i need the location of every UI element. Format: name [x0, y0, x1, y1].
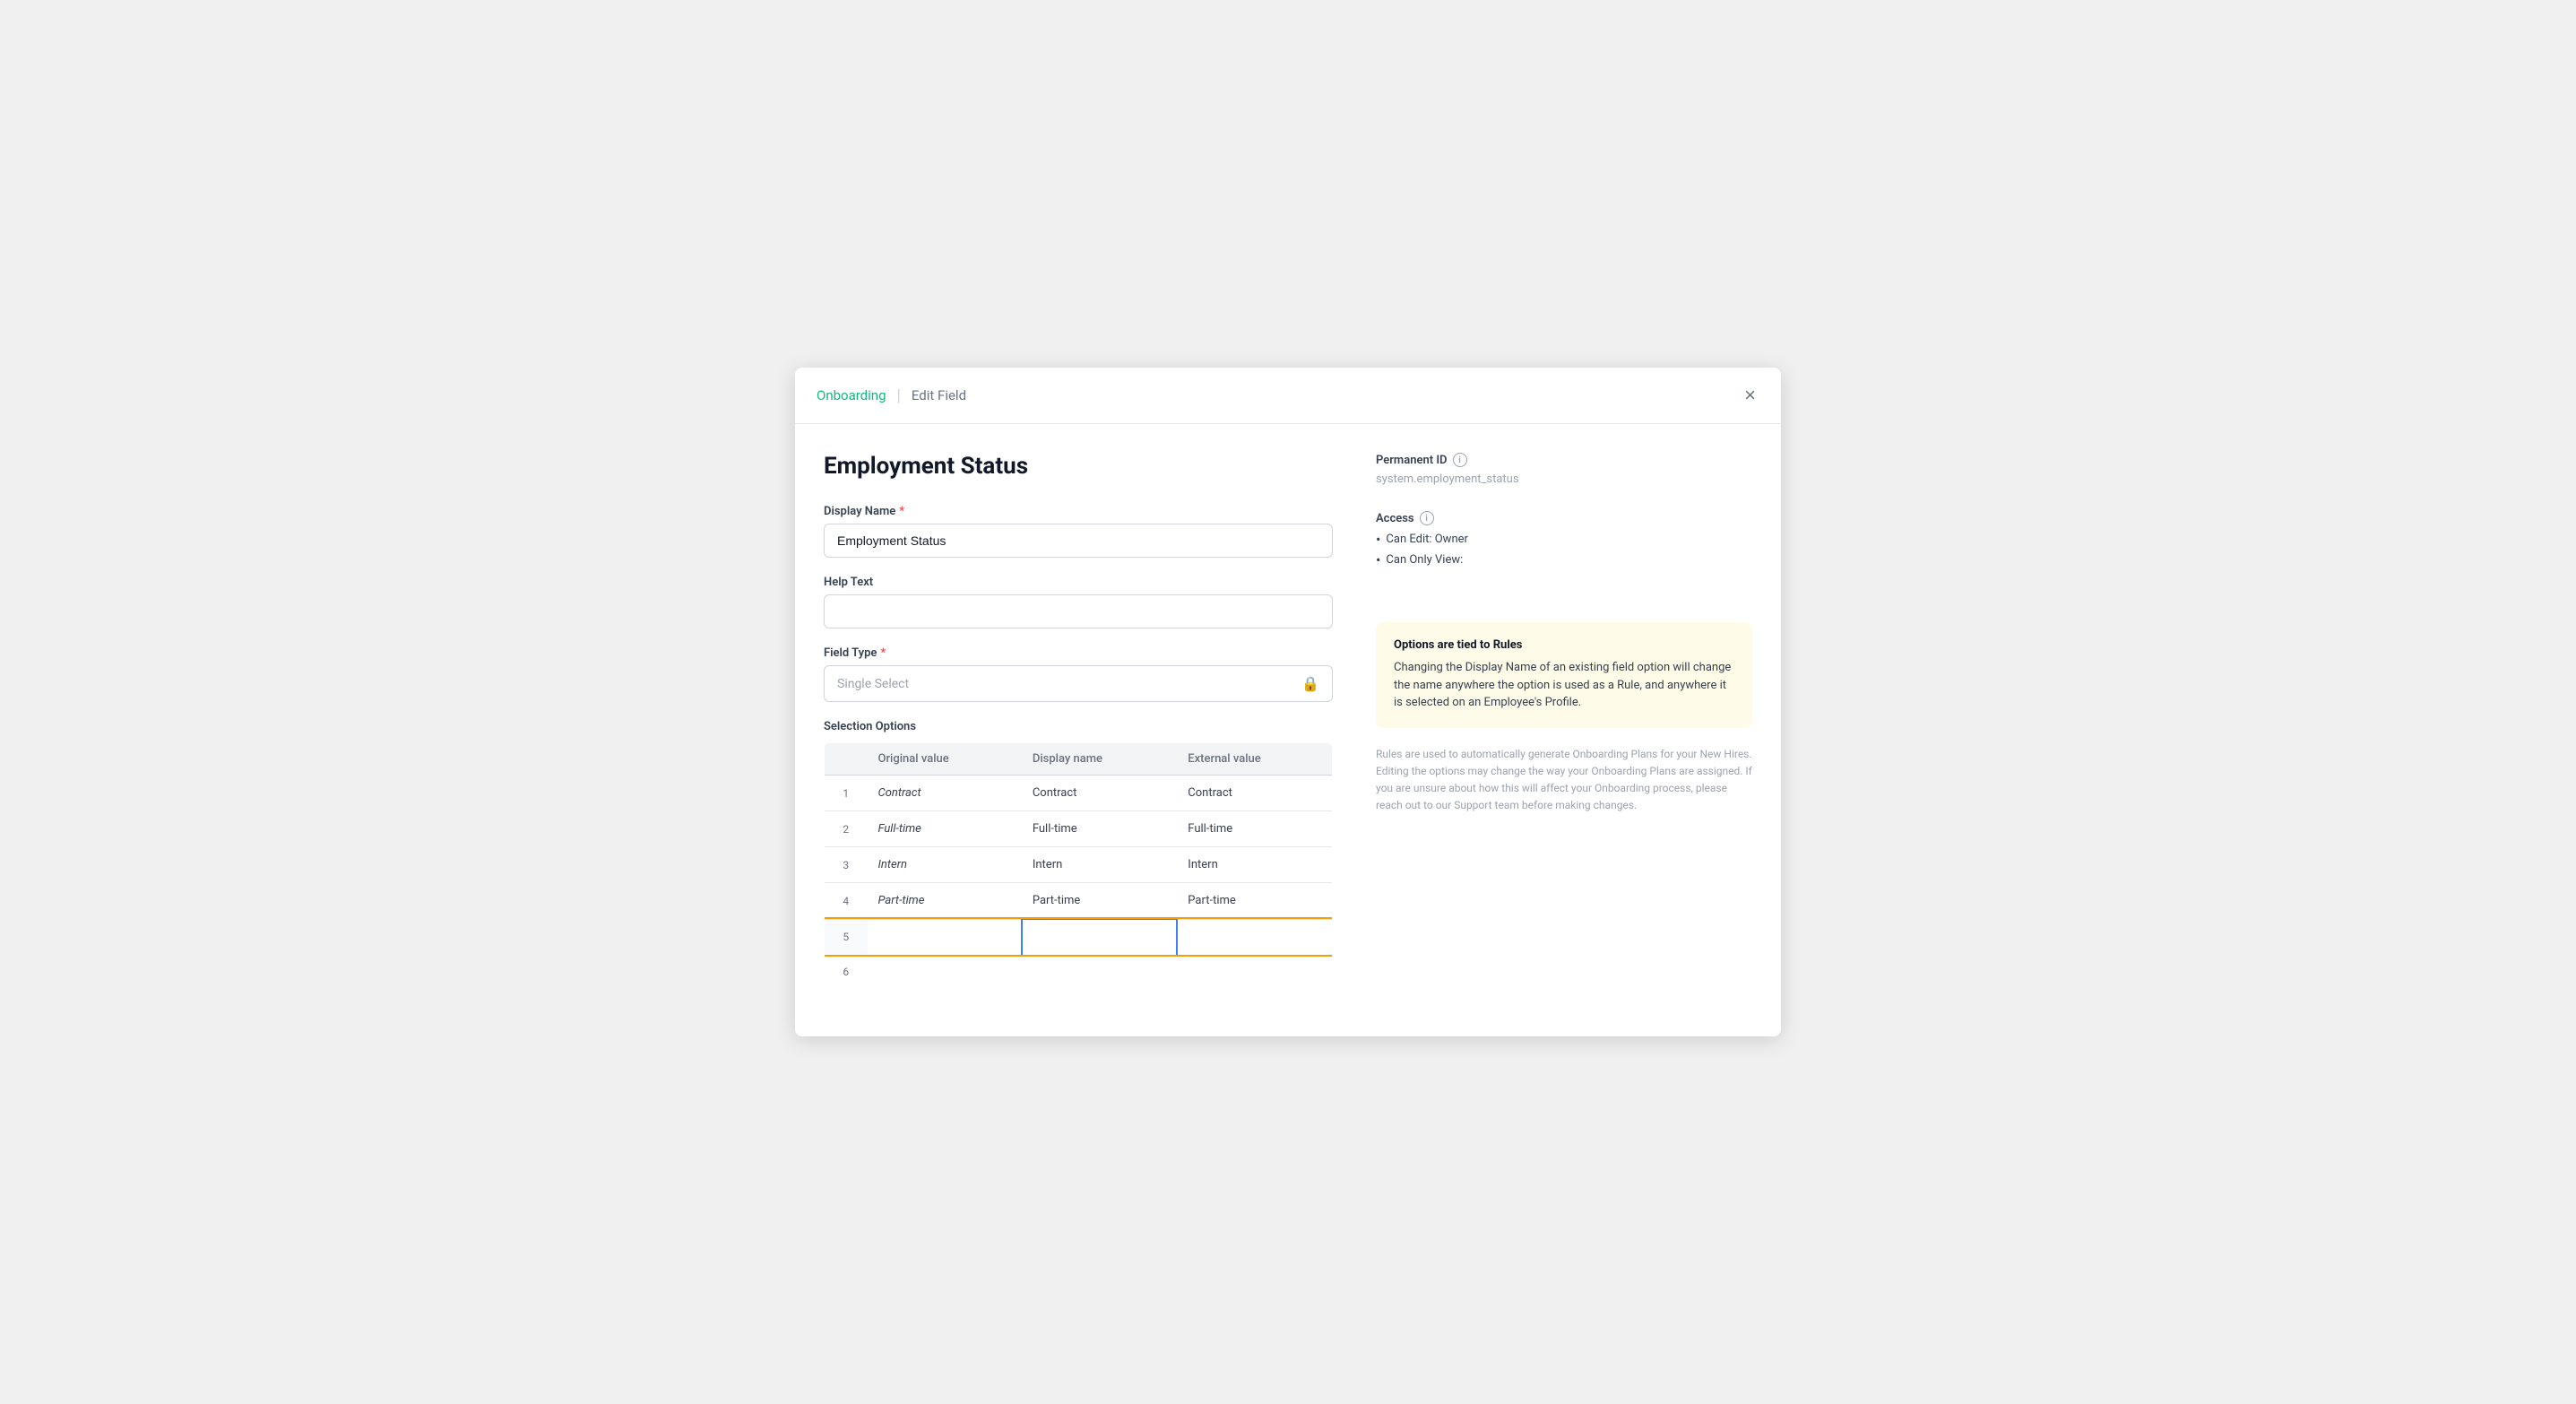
original-value-cell[interactable] — [868, 955, 1022, 990]
rules-description: Rules are used to automatically generate… — [1376, 746, 1752, 815]
help-text-input[interactable] — [824, 594, 1333, 628]
table-row: 2 Full-time Full-time Full-time — [825, 811, 1333, 847]
edit-field-modal: Onboarding | Edit Field × Employment Sta… — [795, 368, 1781, 1036]
col-original: Original value — [868, 743, 1022, 776]
original-value-cell-empty[interactable] — [868, 919, 1022, 955]
original-value-cell: Full-time — [868, 811, 1022, 847]
display-value-cell[interactable]: Contract — [1022, 776, 1177, 811]
table-row: 6 — [825, 955, 1333, 990]
help-text-label: Help Text — [824, 576, 1333, 589]
external-value-cell-empty[interactable] — [1177, 919, 1332, 955]
close-button[interactable]: × — [1741, 382, 1759, 409]
permanent-id-label: Permanent ID i — [1376, 453, 1752, 467]
permanent-id-value: system.employment_status — [1376, 472, 1752, 486]
selection-options-group: Selection Options Original value Display… — [824, 720, 1333, 990]
field-type-required: * — [880, 646, 886, 660]
options-rules-info-box: Options are tied to Rules Changing the D… — [1376, 622, 1752, 728]
modal-header: Onboarding | Edit Field × — [795, 368, 1781, 424]
breadcrumb-separator: | — [897, 386, 901, 405]
external-value-cell[interactable]: Full-time — [1177, 811, 1332, 847]
right-column: Permanent ID i system.employment_status … — [1376, 453, 1752, 1008]
access-label: Access i — [1376, 511, 1752, 525]
options-table: Original value Display name External val… — [824, 742, 1333, 990]
page-title: Employment Status — [824, 453, 1333, 480]
display-name-label: Display Name * — [824, 505, 1333, 518]
external-value-cell[interactable] — [1177, 955, 1332, 990]
original-value-cell: Contract — [868, 776, 1022, 811]
table-row-active: 5 — [825, 919, 1333, 955]
selection-options-label: Selection Options — [824, 720, 1333, 733]
display-value-cell[interactable] — [1022, 955, 1177, 990]
table-row: 4 Part-time Part-time Part-time — [825, 883, 1333, 920]
display-value-cell[interactable]: Part-time — [1022, 883, 1177, 920]
access-info-icon[interactable]: i — [1420, 511, 1434, 525]
col-num — [825, 743, 868, 776]
display-value-cell-active[interactable] — [1022, 919, 1177, 955]
row-num: 2 — [825, 811, 868, 847]
row5-display-input[interactable] — [1023, 920, 1176, 955]
bullet-icon: • — [1376, 531, 1380, 548]
modal-body: Employment Status Display Name * Help Te… — [795, 424, 1781, 1036]
display-name-required: * — [899, 505, 904, 518]
bullet-icon: • — [1376, 551, 1380, 568]
row-num: 3 — [825, 847, 868, 883]
col-external: External value — [1177, 743, 1332, 776]
row5-external-input[interactable] — [1178, 920, 1332, 955]
access-section: Access i • Can Edit: Owner • Can Only Vi… — [1376, 511, 1752, 568]
row-num: 6 — [825, 955, 868, 990]
row5-original-input[interactable] — [868, 920, 1021, 955]
field-type-select[interactable]: Single Select 🔒 — [824, 665, 1333, 702]
left-column: Employment Status Display Name * Help Te… — [824, 453, 1333, 1008]
field-type-label: Field Type * — [824, 646, 1333, 660]
table-body: 1 Contract Contract Contract 2 Full-time… — [825, 776, 1333, 990]
display-name-group: Display Name * — [824, 505, 1333, 558]
original-value-cell: Part-time — [868, 883, 1022, 920]
original-value-cell: Intern — [868, 847, 1022, 883]
display-name-input[interactable] — [824, 524, 1333, 558]
info-box-title: Options are tied to Rules — [1394, 638, 1734, 652]
table-row: 3 Intern Intern Intern — [825, 847, 1333, 883]
external-value-cell[interactable]: Intern — [1177, 847, 1332, 883]
table-row: 1 Contract Contract Contract — [825, 776, 1333, 811]
permanent-id-info-icon[interactable]: i — [1453, 453, 1467, 467]
col-display: Display name — [1022, 743, 1177, 776]
access-item-2: • Can Only View: — [1376, 551, 1752, 568]
breadcrumb-edit-field: Edit Field — [912, 387, 966, 403]
table-header: Original value Display name External val… — [825, 743, 1333, 776]
permanent-id-section: Permanent ID i system.employment_status — [1376, 453, 1752, 486]
external-value-cell[interactable]: Part-time — [1177, 883, 1332, 920]
lock-icon: 🔒 — [1301, 675, 1319, 692]
access-item-1: • Can Edit: Owner — [1376, 531, 1752, 548]
display-value-cell[interactable]: Full-time — [1022, 811, 1177, 847]
help-text-group: Help Text — [824, 576, 1333, 628]
info-box-text: Changing the Display Name of an existing… — [1394, 659, 1734, 712]
display-value-cell[interactable]: Intern — [1022, 847, 1177, 883]
row-num: 5 — [825, 919, 868, 955]
row-num: 4 — [825, 883, 868, 920]
external-value-cell[interactable]: Contract — [1177, 776, 1332, 811]
field-type-group: Field Type * Single Select 🔒 — [824, 646, 1333, 702]
breadcrumb-onboarding[interactable]: Onboarding — [817, 387, 886, 403]
row-num: 1 — [825, 776, 868, 811]
